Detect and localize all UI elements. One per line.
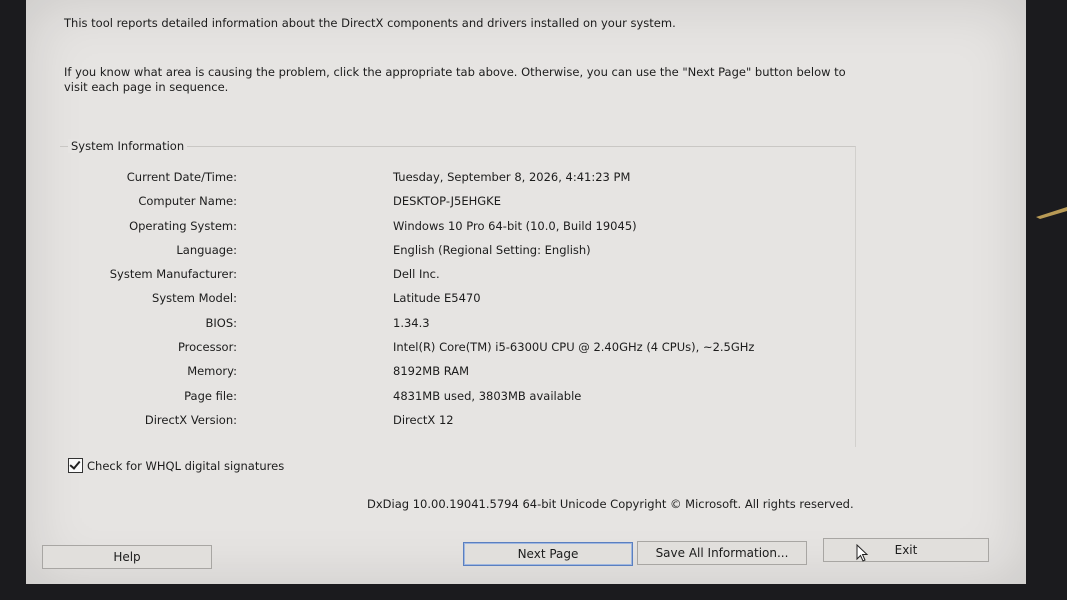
info-value: 4831MB used, 3803MB available [393,388,582,403]
info-label: Processor: [177,340,237,355]
screen: This tool reports detailed information a… [0,0,1067,600]
system-information-title: System Information [68,139,188,153]
info-value: Intel(R) Core(TM) i5-6300U CPU @ 2.40GHz… [393,340,755,355]
copyright-text: DxDiag 10.00.19041.5794 64-bit Unicode C… [367,497,854,511]
info-value: Dell Inc. [393,267,440,282]
system-information-group: System Information Current Date/Time: Tu… [60,139,856,447]
mouse-cursor-icon [856,544,869,562]
info-value: 8192MB RAM [393,364,470,379]
info-label: BIOS: [205,315,237,330]
info-label: Computer Name: [138,194,237,209]
info-label: Memory: [187,364,237,379]
intro-text-2: If you know what area is causing the pro… [64,65,846,94]
info-label: System Manufacturer: [109,267,237,282]
info-value: Windows 10 Pro 64-bit (10.0, Build 19045… [393,218,637,233]
dxdiag-window: This tool reports detailed information a… [26,0,1026,584]
info-label: DirectX Version: [144,412,237,427]
intro-text-1: This tool reports detailed information a… [64,16,676,30]
info-label: System Model: [152,291,237,306]
info-value: Latitude E5470 [393,291,481,306]
info-value: English (Regional Setting: English) [393,242,591,257]
info-label: Language: [176,242,237,257]
save-all-information-button[interactable]: Save All Information... [637,541,807,565]
info-value: DirectX 12 [393,412,454,427]
exit-button[interactable]: Exit [823,538,989,562]
info-label: Operating System: [129,218,237,233]
background-object-icon [1036,207,1067,219]
info-value: Tuesday, September 8, 2026, 4:41:23 PM [393,170,631,184]
whql-checkbox[interactable] [68,458,83,473]
info-label: Current Date/Time: [126,170,237,184]
whql-label: Check for WHQL digital signatures [87,458,285,473]
next-page-button[interactable]: Next Page [463,542,633,566]
info-value: 1.34.3 [393,315,430,330]
info-label: Page file: [184,388,237,403]
help-button[interactable]: Help [42,545,212,569]
whql-checkbox-row[interactable]: Check for WHQL digital signatures [68,458,284,473]
info-value: DESKTOP-J5EHGKE [393,194,501,209]
